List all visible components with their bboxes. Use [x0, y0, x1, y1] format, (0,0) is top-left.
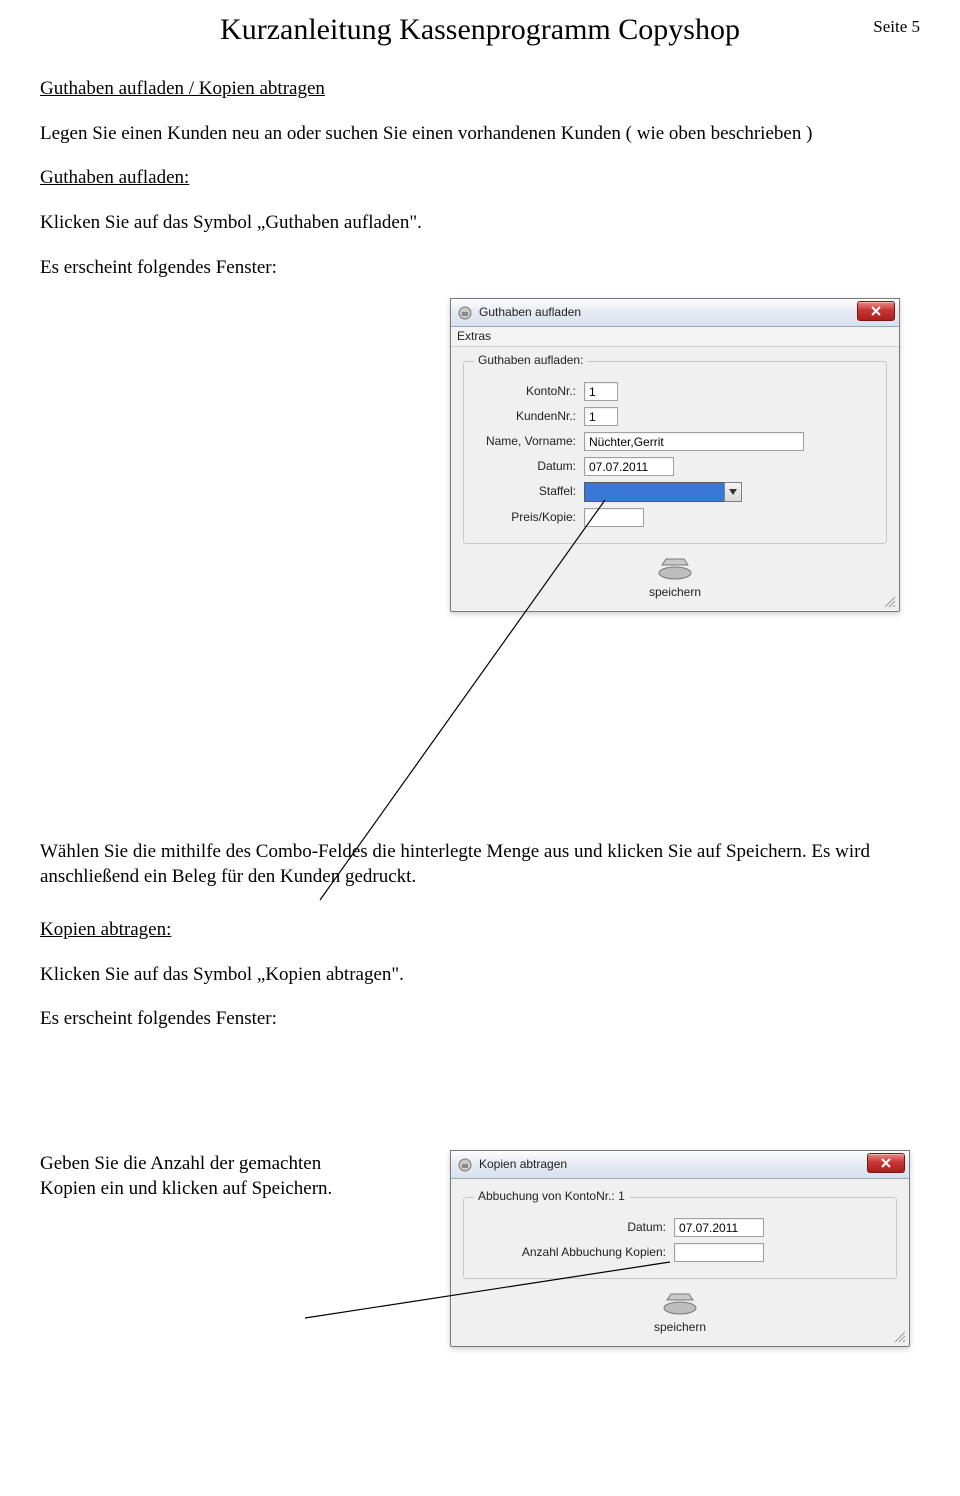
para-5: Klicken Sie auf das Symbol „Kopien abtra…: [40, 963, 920, 988]
label-staffel: Staffel:: [474, 484, 584, 500]
doc-title: Kurzanleitung Kassenprogramm Copyshop: [220, 10, 740, 49]
close-button[interactable]: [867, 1153, 905, 1173]
save-icon[interactable]: [653, 554, 697, 582]
input-datum[interactable]: [584, 457, 674, 476]
save-area: speichern: [451, 554, 899, 601]
label-kunden: KundenNr.:: [474, 409, 584, 425]
para-6: Es erscheint folgendes Fenster:: [40, 1007, 920, 1032]
combo-staffel-value[interactable]: [584, 482, 724, 502]
input-kunden[interactable]: [584, 407, 618, 426]
label-datum: Datum:: [474, 1220, 674, 1236]
group-legend: Abbuchung von KontoNr.: 1: [474, 1189, 629, 1205]
resize-grip[interactable]: [883, 595, 897, 609]
section-heading-2: Guthaben aufladen:: [40, 166, 920, 191]
resize-grip[interactable]: [893, 1330, 907, 1344]
para-3: Es erscheint folgendes Fenster:: [40, 256, 920, 281]
menu-extras[interactable]: Extras: [457, 329, 491, 343]
dialog-guthaben-aufladen: Guthaben aufladen Extras Guthaben auflad…: [450, 298, 900, 612]
dialog-title: Kopien abtragen: [479, 1157, 567, 1173]
para-4: Wählen Sie die mithilfe des Combo-Feldes…: [40, 840, 920, 889]
groupbox-abbuchung: Abbuchung von KontoNr.: 1 Datum: Anzahl …: [463, 1197, 897, 1279]
input-anzahl[interactable]: [674, 1243, 764, 1262]
dialog-title: Guthaben aufladen: [479, 305, 581, 321]
save-label[interactable]: speichern: [451, 1320, 909, 1336]
save-label[interactable]: speichern: [451, 585, 899, 601]
section-heading-3: Kopien abtragen:: [40, 918, 920, 943]
titlebar: Guthaben aufladen: [451, 299, 899, 327]
input-konto[interactable]: [584, 382, 618, 401]
dialog-kopien-abtragen: Kopien abtragen Abbuchung von KontoNr.: …: [450, 1150, 910, 1347]
combo-dropdown-button[interactable]: [724, 482, 742, 502]
label-anzahl: Anzahl Abbuchung Kopien:: [474, 1245, 674, 1261]
input-preis[interactable]: [584, 508, 644, 527]
app-icon: [457, 305, 473, 321]
app-icon: [457, 1157, 473, 1173]
page: Kurzanleitung Kassenprogramm Copyshop Se…: [0, 0, 960, 1471]
save-icon[interactable]: [658, 1289, 702, 1317]
titlebar: Kopien abtragen: [451, 1151, 909, 1179]
close-button[interactable]: [857, 301, 895, 321]
page-number: Seite 5: [873, 16, 920, 38]
para-1: Legen Sie einen Kunden neu an oder suche…: [40, 122, 920, 147]
section-heading-1: Guthaben aufladen / Kopien abtragen: [40, 77, 920, 102]
doc-header: Kurzanleitung Kassenprogramm Copyshop Se…: [40, 10, 920, 49]
input-datum[interactable]: [674, 1218, 764, 1237]
label-name: Name, Vorname:: [474, 434, 584, 450]
group-legend: Guthaben aufladen:: [474, 353, 587, 369]
label-datum: Datum:: [474, 459, 584, 475]
para-2: Klicken Sie auf das Symbol „Guthaben auf…: [40, 211, 920, 236]
groupbox-guthaben: Guthaben aufladen: KontoNr.: KundenNr.: …: [463, 361, 887, 544]
label-konto: KontoNr.:: [474, 384, 584, 400]
input-name[interactable]: [584, 432, 804, 451]
label-preis: Preis/Kopie:: [474, 510, 584, 526]
menubar: Extras: [451, 327, 899, 347]
combo-staffel[interactable]: [584, 482, 742, 502]
save-area: speichern: [451, 1289, 909, 1336]
